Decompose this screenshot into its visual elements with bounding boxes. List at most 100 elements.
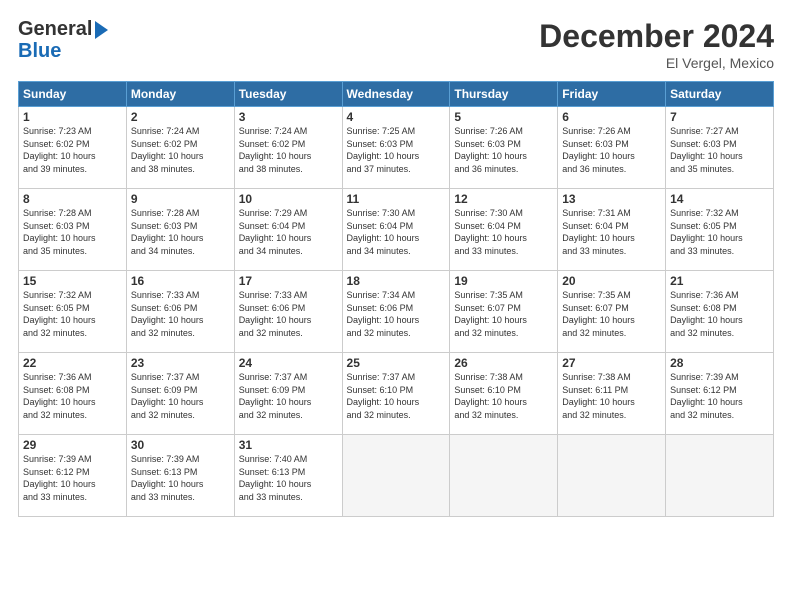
calendar-cell: 14Sunrise: 7:32 AM Sunset: 6:05 PM Dayli… <box>666 189 774 271</box>
calendar-week-2: 15Sunrise: 7:32 AM Sunset: 6:05 PM Dayli… <box>19 271 774 353</box>
calendar-cell <box>666 435 774 517</box>
day-number: 19 <box>454 274 553 288</box>
day-number: 18 <box>347 274 446 288</box>
day-info: Sunrise: 7:38 AM Sunset: 6:11 PM Dayligh… <box>562 371 661 421</box>
day-number: 20 <box>562 274 661 288</box>
calendar-cell: 10Sunrise: 7:29 AM Sunset: 6:04 PM Dayli… <box>234 189 342 271</box>
day-number: 16 <box>131 274 230 288</box>
calendar-cell: 13Sunrise: 7:31 AM Sunset: 6:04 PM Dayli… <box>558 189 666 271</box>
calendar-cell: 9Sunrise: 7:28 AM Sunset: 6:03 PM Daylig… <box>126 189 234 271</box>
day-info: Sunrise: 7:27 AM Sunset: 6:03 PM Dayligh… <box>670 125 769 175</box>
day-number: 15 <box>23 274 122 288</box>
logo-arrow-icon <box>95 21 108 39</box>
calendar-cell: 2Sunrise: 7:24 AM Sunset: 6:02 PM Daylig… <box>126 107 234 189</box>
day-number: 5 <box>454 110 553 124</box>
calendar-cell: 18Sunrise: 7:34 AM Sunset: 6:06 PM Dayli… <box>342 271 450 353</box>
location: El Vergel, Mexico <box>539 55 774 71</box>
title-section: December 2024 El Vergel, Mexico <box>539 18 774 71</box>
day-number: 4 <box>347 110 446 124</box>
month-title: December 2024 <box>539 18 774 55</box>
logo-general: General <box>18 18 92 40</box>
col-tuesday: Tuesday <box>234 82 342 107</box>
day-info: Sunrise: 7:39 AM Sunset: 6:12 PM Dayligh… <box>670 371 769 421</box>
day-info: Sunrise: 7:39 AM Sunset: 6:12 PM Dayligh… <box>23 453 122 503</box>
day-info: Sunrise: 7:38 AM Sunset: 6:10 PM Dayligh… <box>454 371 553 421</box>
day-number: 7 <box>670 110 769 124</box>
day-number: 28 <box>670 356 769 370</box>
calendar-cell: 3Sunrise: 7:24 AM Sunset: 6:02 PM Daylig… <box>234 107 342 189</box>
calendar-cell: 1Sunrise: 7:23 AM Sunset: 6:02 PM Daylig… <box>19 107 127 189</box>
calendar-cell: 20Sunrise: 7:35 AM Sunset: 6:07 PM Dayli… <box>558 271 666 353</box>
calendar-week-3: 22Sunrise: 7:36 AM Sunset: 6:08 PM Dayli… <box>19 353 774 435</box>
day-number: 8 <box>23 192 122 206</box>
calendar-cell: 21Sunrise: 7:36 AM Sunset: 6:08 PM Dayli… <box>666 271 774 353</box>
day-number: 29 <box>23 438 122 452</box>
calendar: Sunday Monday Tuesday Wednesday Thursday… <box>18 81 774 517</box>
day-info: Sunrise: 7:30 AM Sunset: 6:04 PM Dayligh… <box>347 207 446 257</box>
day-info: Sunrise: 7:30 AM Sunset: 6:04 PM Dayligh… <box>454 207 553 257</box>
day-info: Sunrise: 7:37 AM Sunset: 6:09 PM Dayligh… <box>131 371 230 421</box>
day-number: 26 <box>454 356 553 370</box>
calendar-cell: 15Sunrise: 7:32 AM Sunset: 6:05 PM Dayli… <box>19 271 127 353</box>
day-info: Sunrise: 7:35 AM Sunset: 6:07 PM Dayligh… <box>562 289 661 339</box>
calendar-cell: 22Sunrise: 7:36 AM Sunset: 6:08 PM Dayli… <box>19 353 127 435</box>
day-info: Sunrise: 7:28 AM Sunset: 6:03 PM Dayligh… <box>131 207 230 257</box>
day-number: 9 <box>131 192 230 206</box>
day-number: 11 <box>347 192 446 206</box>
calendar-week-0: 1Sunrise: 7:23 AM Sunset: 6:02 PM Daylig… <box>19 107 774 189</box>
calendar-cell: 8Sunrise: 7:28 AM Sunset: 6:03 PM Daylig… <box>19 189 127 271</box>
day-info: Sunrise: 7:40 AM Sunset: 6:13 PM Dayligh… <box>239 453 338 503</box>
day-number: 31 <box>239 438 338 452</box>
page: General Blue December 2024 El Vergel, Me… <box>0 0 792 612</box>
day-info: Sunrise: 7:24 AM Sunset: 6:02 PM Dayligh… <box>239 125 338 175</box>
day-number: 14 <box>670 192 769 206</box>
logo-text: General Blue <box>18 18 108 62</box>
day-info: Sunrise: 7:33 AM Sunset: 6:06 PM Dayligh… <box>131 289 230 339</box>
calendar-cell: 19Sunrise: 7:35 AM Sunset: 6:07 PM Dayli… <box>450 271 558 353</box>
calendar-cell: 17Sunrise: 7:33 AM Sunset: 6:06 PM Dayli… <box>234 271 342 353</box>
day-info: Sunrise: 7:25 AM Sunset: 6:03 PM Dayligh… <box>347 125 446 175</box>
day-info: Sunrise: 7:32 AM Sunset: 6:05 PM Dayligh… <box>670 207 769 257</box>
col-wednesday: Wednesday <box>342 82 450 107</box>
day-info: Sunrise: 7:26 AM Sunset: 6:03 PM Dayligh… <box>562 125 661 175</box>
calendar-cell: 28Sunrise: 7:39 AM Sunset: 6:12 PM Dayli… <box>666 353 774 435</box>
day-info: Sunrise: 7:37 AM Sunset: 6:09 PM Dayligh… <box>239 371 338 421</box>
day-number: 6 <box>562 110 661 124</box>
day-info: Sunrise: 7:34 AM Sunset: 6:06 PM Dayligh… <box>347 289 446 339</box>
day-info: Sunrise: 7:36 AM Sunset: 6:08 PM Dayligh… <box>23 371 122 421</box>
calendar-week-1: 8Sunrise: 7:28 AM Sunset: 6:03 PM Daylig… <box>19 189 774 271</box>
calendar-cell: 27Sunrise: 7:38 AM Sunset: 6:11 PM Dayli… <box>558 353 666 435</box>
day-number: 3 <box>239 110 338 124</box>
day-info: Sunrise: 7:37 AM Sunset: 6:10 PM Dayligh… <box>347 371 446 421</box>
day-info: Sunrise: 7:24 AM Sunset: 6:02 PM Dayligh… <box>131 125 230 175</box>
day-number: 2 <box>131 110 230 124</box>
calendar-cell: 11Sunrise: 7:30 AM Sunset: 6:04 PM Dayli… <box>342 189 450 271</box>
calendar-cell: 29Sunrise: 7:39 AM Sunset: 6:12 PM Dayli… <box>19 435 127 517</box>
day-number: 17 <box>239 274 338 288</box>
day-info: Sunrise: 7:23 AM Sunset: 6:02 PM Dayligh… <box>23 125 122 175</box>
calendar-cell <box>558 435 666 517</box>
col-saturday: Saturday <box>666 82 774 107</box>
day-info: Sunrise: 7:31 AM Sunset: 6:04 PM Dayligh… <box>562 207 661 257</box>
calendar-header-row: Sunday Monday Tuesday Wednesday Thursday… <box>19 82 774 107</box>
day-number: 10 <box>239 192 338 206</box>
day-info: Sunrise: 7:35 AM Sunset: 6:07 PM Dayligh… <box>454 289 553 339</box>
col-monday: Monday <box>126 82 234 107</box>
calendar-cell <box>450 435 558 517</box>
day-info: Sunrise: 7:36 AM Sunset: 6:08 PM Dayligh… <box>670 289 769 339</box>
calendar-cell: 25Sunrise: 7:37 AM Sunset: 6:10 PM Dayli… <box>342 353 450 435</box>
day-number: 13 <box>562 192 661 206</box>
logo: General Blue <box>18 18 108 62</box>
day-info: Sunrise: 7:28 AM Sunset: 6:03 PM Dayligh… <box>23 207 122 257</box>
calendar-cell: 16Sunrise: 7:33 AM Sunset: 6:06 PM Dayli… <box>126 271 234 353</box>
calendar-cell: 23Sunrise: 7:37 AM Sunset: 6:09 PM Dayli… <box>126 353 234 435</box>
calendar-cell: 26Sunrise: 7:38 AM Sunset: 6:10 PM Dayli… <box>450 353 558 435</box>
calendar-cell: 24Sunrise: 7:37 AM Sunset: 6:09 PM Dayli… <box>234 353 342 435</box>
day-info: Sunrise: 7:33 AM Sunset: 6:06 PM Dayligh… <box>239 289 338 339</box>
col-friday: Friday <box>558 82 666 107</box>
day-number: 27 <box>562 356 661 370</box>
day-number: 22 <box>23 356 122 370</box>
col-sunday: Sunday <box>19 82 127 107</box>
day-number: 23 <box>131 356 230 370</box>
calendar-cell: 4Sunrise: 7:25 AM Sunset: 6:03 PM Daylig… <box>342 107 450 189</box>
